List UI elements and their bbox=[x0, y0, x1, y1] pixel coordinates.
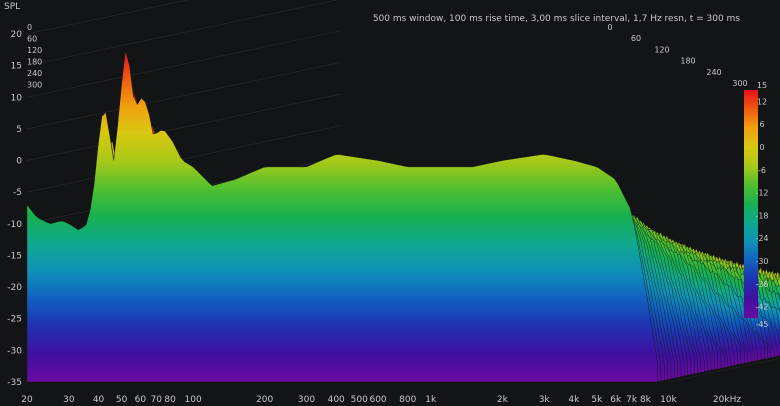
chart-title: 500 ms window, 100 ms rise time, 3,00 ms… bbox=[373, 14, 740, 24]
time-tick-label: 240 bbox=[706, 68, 721, 77]
x-tick-label: 5k bbox=[591, 395, 603, 405]
x-tick-label: 50 bbox=[116, 395, 128, 405]
x-tick-label: 1k bbox=[425, 395, 437, 405]
time-tick-label: 300 bbox=[732, 79, 747, 88]
colorbar-tick-label: 6 bbox=[759, 120, 764, 129]
x-tick-label: 10k bbox=[660, 395, 677, 405]
grid-line-h bbox=[26, 0, 189, 35]
colorbar-tick-label: -42 bbox=[755, 303, 768, 312]
x-tick-label: 6k bbox=[610, 395, 622, 405]
y-tick-label: -35 bbox=[7, 378, 22, 388]
y-tick-label: 5 bbox=[16, 125, 22, 135]
colorbar-tick-label: -24 bbox=[755, 234, 768, 243]
y-tick-label: -30 bbox=[7, 346, 22, 356]
time-tick-label: 0 bbox=[607, 23, 612, 32]
x-tick-label: 20 bbox=[21, 395, 33, 405]
surface-layer bbox=[26, 50, 780, 383]
time-tick-label: 120 bbox=[654, 45, 669, 54]
x-tick-label: 500 bbox=[351, 395, 368, 405]
waterfall-plot: 20 15 10 5 0 -5 -10 -15 -20 -25 -30 -35 20 30 40 50 60 70… bbox=[0, 0, 780, 406]
x-tick-label: 600 bbox=[369, 395, 386, 405]
x-tick-label: 300 bbox=[298, 395, 315, 405]
x-tick-label: 7k bbox=[626, 395, 638, 405]
x-tick-label: 30 bbox=[63, 395, 75, 405]
grid-line-h bbox=[26, 62, 341, 130]
y-tick-label: -5 bbox=[13, 188, 22, 198]
y-axis-label: SPL bbox=[4, 2, 20, 12]
y-tick-label: 0 bbox=[16, 157, 22, 167]
time-tick-label-left: 0 bbox=[27, 23, 32, 32]
colorbar-tick-label: 0 bbox=[759, 143, 764, 152]
spectral-slice bbox=[26, 50, 658, 383]
x-tick-label: 400 bbox=[328, 395, 345, 405]
y-tick-label: 15 bbox=[11, 62, 22, 72]
time-tick-label-left: 180 bbox=[27, 58, 42, 67]
y-tick-label: -10 bbox=[7, 220, 22, 230]
y-tick-label: 20 bbox=[11, 30, 23, 40]
x-tick-label: 100 bbox=[185, 395, 202, 405]
colorbar-tick-label: -18 bbox=[755, 211, 768, 220]
x-tick-label: 2k bbox=[497, 395, 509, 405]
grid-line-h bbox=[26, 0, 338, 66]
x-tick-label: 200 bbox=[256, 395, 273, 405]
x-tick-label: 800 bbox=[399, 395, 416, 405]
colorbar-tick-label: -36 bbox=[755, 280, 768, 289]
colorbar-tick-label: 12 bbox=[757, 97, 767, 106]
x-tick-label: 40 bbox=[93, 395, 105, 405]
time-tick-label-left: 300 bbox=[27, 81, 42, 90]
time-tick-label-left: 120 bbox=[27, 46, 42, 55]
colorbar-tick-label: 15 bbox=[757, 81, 767, 90]
x-tick-label: 4k bbox=[568, 395, 580, 405]
time-tick-label: 180 bbox=[680, 57, 695, 66]
colorbar-tick-label: -12 bbox=[755, 189, 768, 198]
time-tick-label-left: 60 bbox=[27, 35, 37, 44]
x-tick-label: 70 bbox=[151, 395, 163, 405]
colorbar-tick-label: -6 bbox=[758, 166, 766, 175]
colorbar-tick-label: -30 bbox=[755, 257, 768, 266]
x-tick-label: 60 bbox=[135, 395, 147, 405]
time-tick-label-left: 240 bbox=[27, 69, 42, 78]
waterfall-chart: 20151050-5-10-15-20-25-30-3520 30 40 50 60 70… bbox=[4, 0, 780, 405]
y-tick-label: 10 bbox=[11, 93, 23, 103]
x-tick-label: 3k bbox=[539, 395, 551, 405]
time-tick-label: 60 bbox=[631, 34, 641, 43]
colorbar-tick-label: -45 bbox=[755, 320, 768, 329]
y-tick-label: -20 bbox=[7, 283, 22, 293]
y-tick-label: -25 bbox=[7, 315, 22, 325]
grid-line-h bbox=[26, 30, 341, 98]
x-tick-label: 8k bbox=[640, 395, 652, 405]
x-axis-unit-label: 20kHz bbox=[713, 395, 741, 405]
y-tick-label: -15 bbox=[7, 251, 22, 261]
x-tick-label: 80 bbox=[164, 395, 176, 405]
grid-line-h bbox=[26, 93, 341, 161]
